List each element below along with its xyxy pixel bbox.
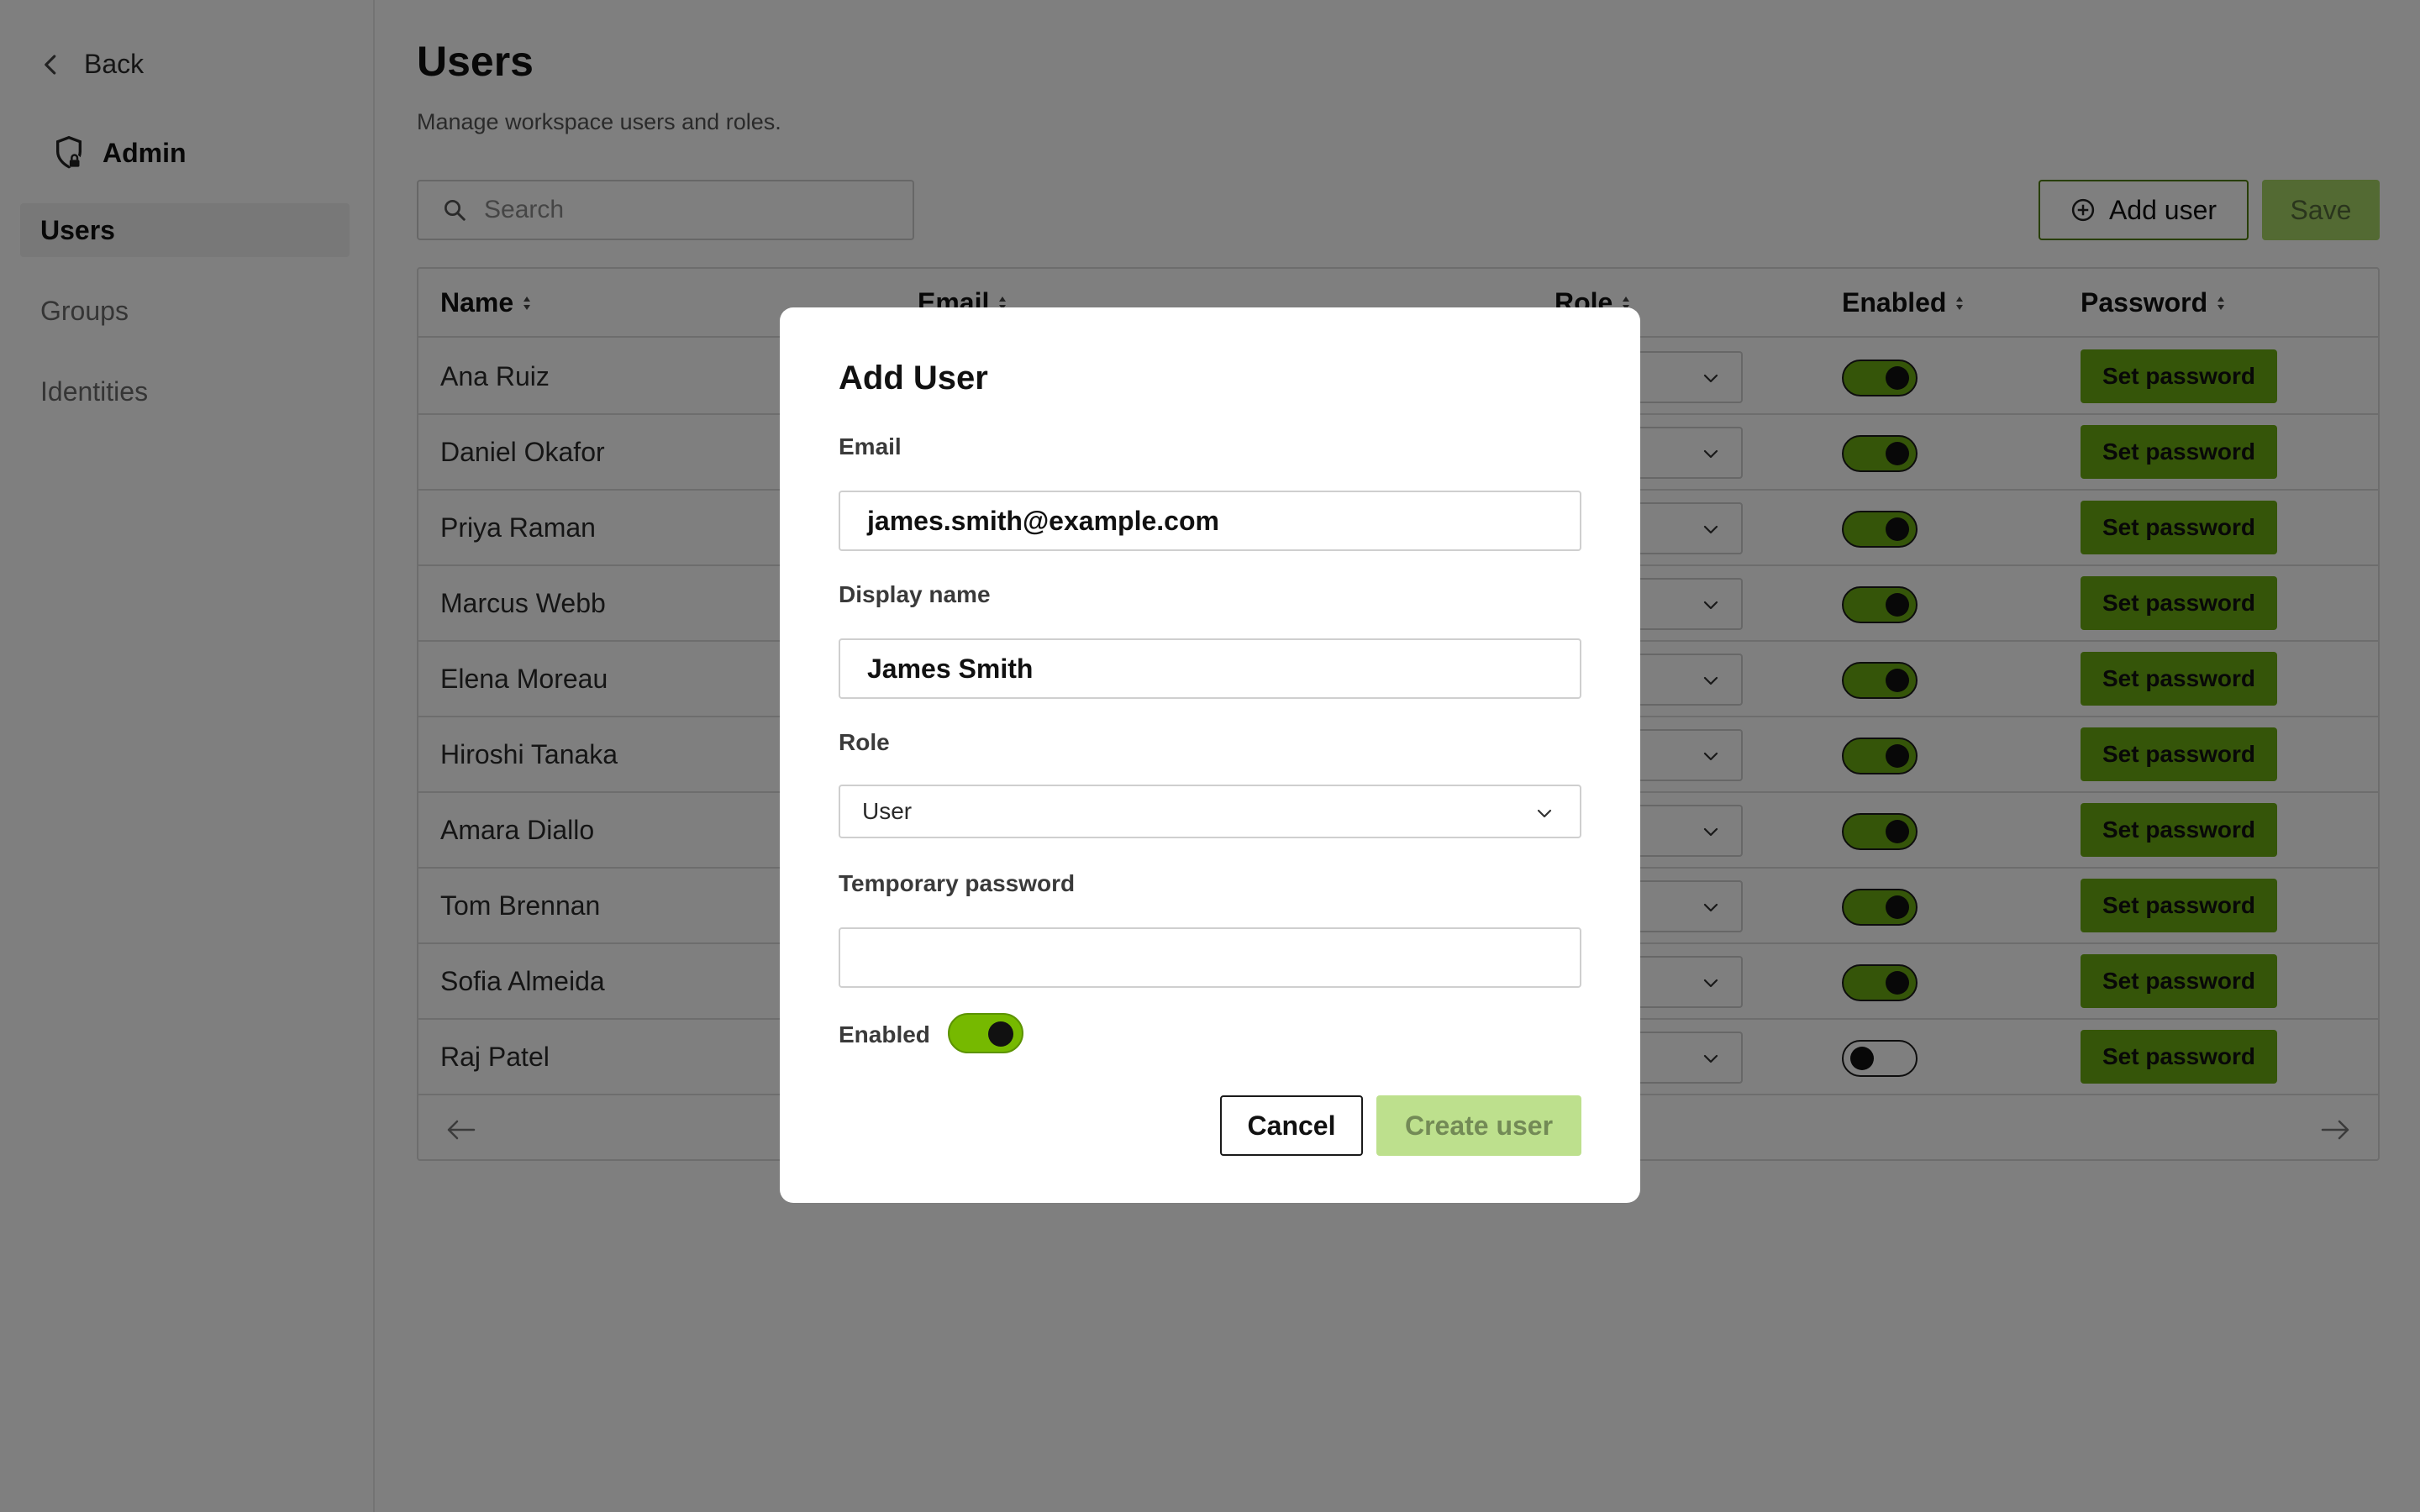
role-label: Role [839, 729, 890, 755]
role-select[interactable]: User [839, 785, 1581, 838]
display-name-field[interactable]: James Smith [839, 638, 1581, 699]
chevron-down-icon [1537, 809, 1552, 818]
display-name-label: Display name [839, 581, 991, 607]
temp-password-label: Temporary password [839, 870, 1076, 896]
display-name-value: James Smith [867, 653, 1034, 684]
temp-password-field[interactable] [839, 927, 1581, 988]
role-value: User [862, 798, 913, 824]
enabled-toggle[interactable] [948, 1013, 1023, 1053]
dialog-title: Add User [839, 360, 988, 396]
email-label: Email [839, 433, 902, 459]
email-value: james.smith@example.com [867, 505, 1219, 536]
create-user-button[interactable]: Create user [1376, 1095, 1581, 1156]
toggle-knob [988, 1021, 1013, 1047]
cancel-button[interactable]: Cancel [1220, 1095, 1363, 1156]
enabled-label: Enabled [839, 1021, 930, 1047]
email-field[interactable]: james.smith@example.com [839, 491, 1581, 551]
add-user-dialog: Add User Email james.smith@example.com D… [780, 307, 1640, 1203]
